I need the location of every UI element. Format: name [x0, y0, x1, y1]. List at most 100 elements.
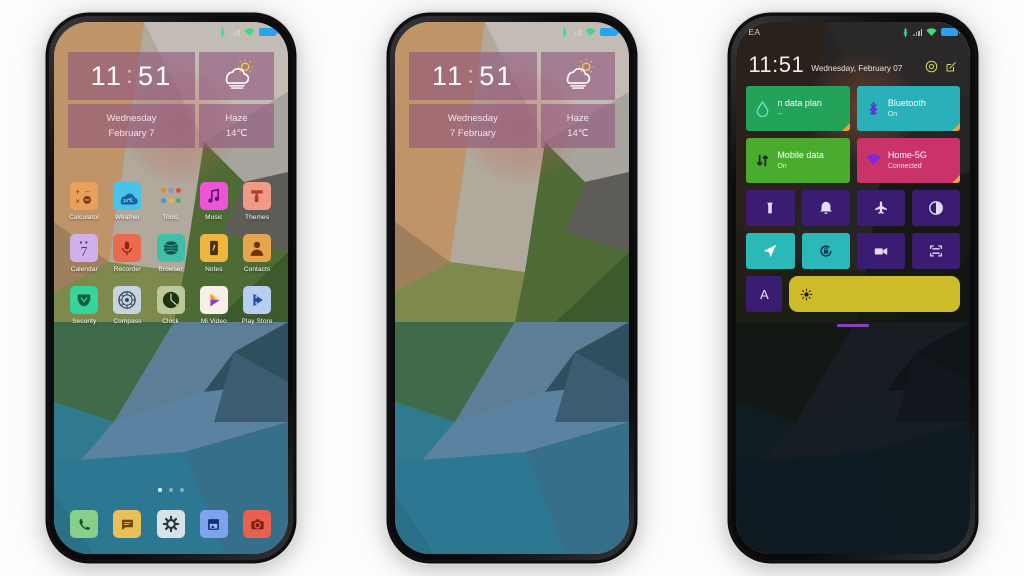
brightness-slider[interactable] — [789, 276, 961, 312]
tile-bluetooth[interactable]: Bluetooth On — [856, 86, 961, 131]
bluetooth-icon — [865, 100, 882, 117]
tile-ringer[interactable] — [801, 190, 850, 226]
app-security[interactable]: Security — [63, 286, 106, 325]
tile-location[interactable] — [746, 233, 795, 269]
tile-title: Mobile data — [777, 149, 824, 160]
weather-icon-widget[interactable] — [540, 52, 615, 100]
tile-flashlight[interactable] — [746, 190, 795, 226]
brightness-row: A — [746, 276, 961, 312]
calendar-7-icon: 7 — [70, 234, 99, 262]
tile-wifi[interactable]: Home-5G Connected — [856, 138, 961, 183]
dock-bar — [63, 510, 279, 538]
battery-icon — [258, 27, 278, 37]
app-weather[interactable]: 14℃ Weather — [106, 182, 149, 221]
tile-dark-mode[interactable] — [912, 190, 961, 226]
camera-icon[interactable] — [243, 510, 272, 538]
tile-subtitle: Connected — [887, 162, 922, 170]
clock-widget[interactable]: 11 : 51 — [408, 52, 537, 100]
tile-airplane-mode[interactable] — [856, 190, 906, 226]
panel-drag-handle[interactable] — [837, 324, 870, 327]
app-browser[interactable]: Browser — [149, 234, 192, 273]
settings-target-icon[interactable] — [925, 60, 938, 73]
quick-settings-header: 11:51 Wednesday, February 07 — [746, 46, 960, 86]
home-widget[interactable]: 11 : 51 — [408, 52, 615, 148]
compass-icon — [113, 286, 142, 314]
bluetooth-icon — [562, 27, 567, 37]
gallery-image-icon[interactable] — [199, 510, 228, 538]
date-widget[interactable]: Wednesday 7 February — [408, 104, 537, 148]
tile-scanner[interactable] — [912, 233, 961, 269]
app-compass[interactable]: Compass — [106, 286, 149, 325]
page-dot-1[interactable] — [157, 488, 162, 492]
tile-rotation-lock[interactable] — [801, 233, 850, 269]
scan-frame-icon — [930, 245, 943, 257]
app-label: Contacts — [243, 266, 271, 273]
tile-data-plan[interactable]: n data plan -- — [746, 86, 850, 131]
app-grid: + − × Calculator 14℃ Weather Tools Music… — [63, 182, 279, 325]
app-label: Recorder — [113, 266, 142, 273]
app-music[interactable]: Music — [192, 182, 235, 221]
app-tools[interactable]: Tools — [149, 182, 192, 221]
app-recorder[interactable]: Recorder — [106, 234, 149, 273]
phone-wallpaper-preview: 11 : 51 Wednesday 7 February Haze 14℃ — [387, 14, 636, 562]
page-dot-3[interactable] — [179, 488, 184, 492]
signal-icon — [230, 28, 240, 36]
page-dot-2[interactable] — [168, 488, 173, 492]
play-store-icon — [243, 286, 272, 314]
message-bubble-icon[interactable] — [113, 510, 142, 538]
app-play-store[interactable]: Play Store — [235, 286, 278, 325]
tile-mobile-data[interactable]: Mobile data On — [746, 138, 850, 183]
app-notes[interactable]: Notes — [192, 234, 235, 273]
clock-minutes: 51 — [137, 60, 173, 91]
tools-dots-icon — [157, 182, 185, 210]
weather-condition: Haze — [225, 113, 248, 124]
weather-info-widget[interactable]: Haze 14℃ — [199, 104, 274, 148]
large-tiles: n data plan -- Bluetooth On Mobile data … — [746, 86, 961, 183]
clock-minutes: 51 — [479, 60, 514, 91]
app-calculator[interactable]: + − × Calculator — [63, 182, 106, 221]
svg-text:−: − — [85, 187, 90, 196]
globe-icon — [156, 234, 185, 262]
haze-cloud-sun-icon — [217, 58, 257, 94]
phone-handset-icon[interactable] — [70, 510, 99, 538]
clock-widget[interactable]: 11 : 51 — [67, 52, 196, 100]
weather-info-widget[interactable]: Haze 14℃ — [540, 104, 615, 148]
tile-screen-record[interactable] — [856, 233, 906, 269]
weather-icon-widget[interactable] — [199, 52, 274, 100]
weather-cloud-icon: 14℃ — [113, 182, 142, 210]
app-label: Notes — [205, 266, 223, 273]
svg-text:14℃: 14℃ — [124, 198, 134, 203]
tile-title: n data plan — [777, 97, 822, 108]
app-clock[interactable]: Clock — [149, 286, 192, 325]
screenshot-canvas: 11 : 51 Wednesday February 7 Haze 14℃ + … — [0, 0, 1024, 576]
phone-home-screen: 11 : 51 Wednesday February 7 Haze 14℃ + … — [46, 14, 295, 562]
app-contacts[interactable]: Contacts — [235, 234, 278, 273]
app-label: Security — [72, 318, 97, 325]
clock-colon: : — [467, 62, 477, 89]
location-arrow-icon — [764, 244, 777, 258]
rotation-lock-icon — [820, 245, 832, 257]
app-label: Play Store — [241, 318, 273, 325]
panel-time: 11:51 — [748, 52, 805, 77]
date-weekday: Wednesday — [106, 113, 157, 124]
auto-brightness-button[interactable]: A — [746, 276, 783, 312]
tile-title: Bluetooth — [887, 97, 926, 108]
app-themes[interactable]: Themes — [235, 182, 278, 221]
app-mi-video[interactable]: Mi Video — [192, 286, 235, 325]
flashlight-icon — [767, 202, 774, 214]
app-label: Weather — [114, 214, 141, 221]
app-label: Calendar — [70, 266, 98, 273]
date-widget[interactable]: Wednesday February 7 — [67, 104, 196, 148]
date-daymonth: 7 February — [449, 128, 496, 139]
wifi-icon — [244, 27, 255, 36]
home-widget[interactable]: 11 : 51 — [67, 52, 274, 148]
page-indicator[interactable] — [54, 488, 288, 492]
edit-square-icon[interactable] — [945, 60, 958, 73]
app-calendar[interactable]: 7 Calendar — [63, 234, 106, 273]
wifi-icon — [585, 27, 596, 36]
gear-icon[interactable] — [156, 510, 185, 538]
shield-icon — [70, 286, 99, 314]
screen-wallpaper: 11 : 51 Wednesday 7 February Haze 14℃ — [394, 22, 629, 554]
weather-temperature: 14℃ — [567, 128, 589, 139]
bluetooth-icon — [220, 27, 225, 37]
